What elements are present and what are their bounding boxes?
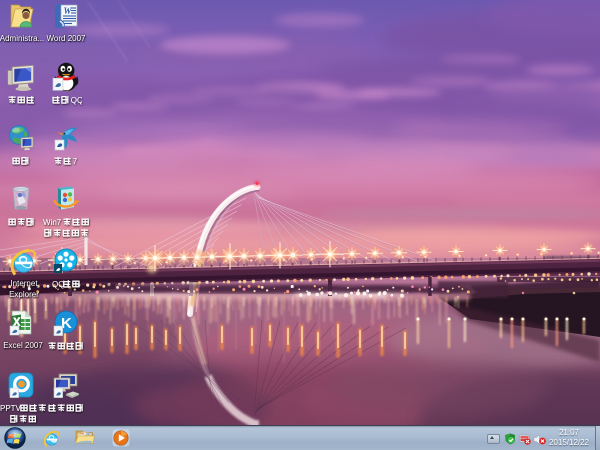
svg-text:7: 7 <box>73 157 78 166</box>
svg-text:QQ: QQ <box>71 96 82 105</box>
svg-text:PPTV: PPTV <box>0 404 22 413</box>
svg-text:Win7: Win7 <box>43 218 62 227</box>
svg-text:QQ: QQ <box>52 280 64 289</box>
